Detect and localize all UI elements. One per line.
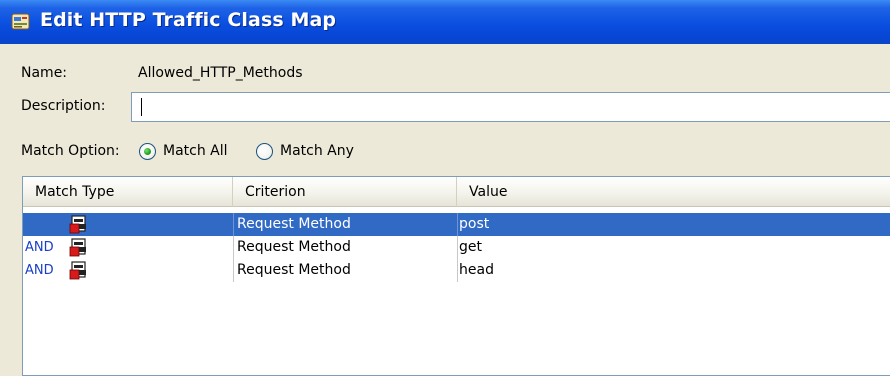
column-header-criterion[interactable]: Criterion <box>233 177 457 207</box>
row-value: get <box>459 239 482 255</box>
column-separator <box>233 236 234 259</box>
class-map-icon <box>11 13 30 30</box>
match-any-radio[interactable] <box>256 143 273 160</box>
match-any-label[interactable]: Match Any <box>280 143 354 159</box>
column-header-value[interactable]: Value <box>457 177 890 207</box>
row-criterion: Request Method <box>237 239 351 255</box>
description-input[interactable] <box>131 92 890 122</box>
name-value: Allowed_HTTP_Methods <box>138 65 303 81</box>
row-value: post <box>459 216 490 232</box>
column-separator <box>457 259 458 282</box>
row-conjunction: AND <box>25 240 54 255</box>
description-label: Description: <box>21 98 106 114</box>
radio-selected-dot <box>144 148 151 155</box>
column-separator <box>457 213 458 236</box>
column-header-match-type[interactable]: Match Type <box>23 177 233 207</box>
match-rule-icon <box>69 215 86 234</box>
row-criterion: Request Method <box>237 216 351 232</box>
name-label: Name: <box>21 65 68 81</box>
row-criterion: Request Method <box>237 262 351 278</box>
title-bar[interactable]: Edit HTTP Traffic Class Map <box>0 0 890 44</box>
match-rule-icon <box>69 261 86 280</box>
text-caret <box>141 98 142 116</box>
table-row[interactable]: Request Method post <box>23 213 890 236</box>
match-all-label[interactable]: Match All <box>163 143 228 159</box>
edit-class-map-dialog: Edit HTTP Traffic Class Map Name: Allowe… <box>0 0 890 376</box>
match-rule-icon <box>69 238 86 257</box>
match-table: Match Type Criterion Value Request Metho… <box>22 176 890 376</box>
row-value: head <box>459 262 494 278</box>
column-separator <box>457 236 458 259</box>
column-separator <box>233 213 234 236</box>
table-row[interactable]: AND Request Method get <box>23 236 890 259</box>
table-row[interactable]: AND Request Method head <box>23 259 890 282</box>
window-title: Edit HTTP Traffic Class Map <box>40 9 337 31</box>
table-header: Match Type Criterion Value <box>23 177 890 207</box>
match-option-label: Match Option: <box>21 143 120 159</box>
column-separator <box>233 259 234 282</box>
row-conjunction: AND <box>25 263 54 278</box>
match-all-radio[interactable] <box>139 143 156 160</box>
